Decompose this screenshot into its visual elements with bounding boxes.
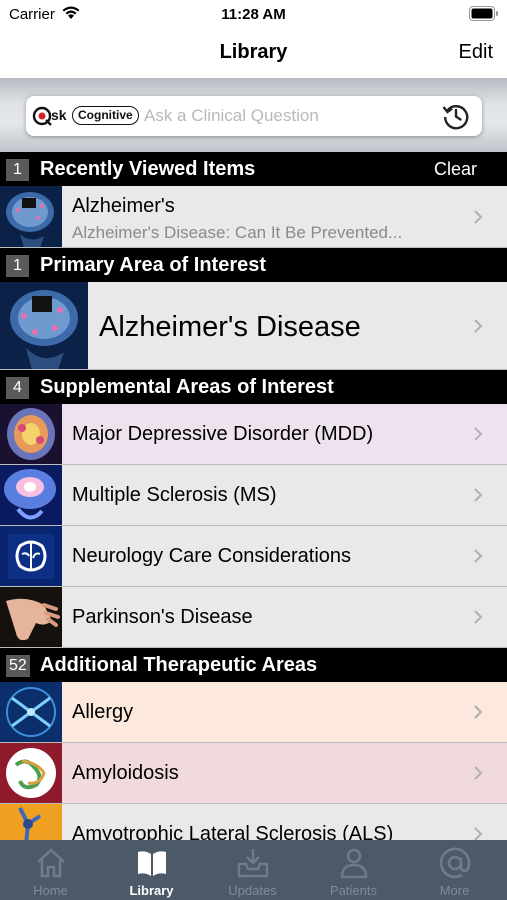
tab-more[interactable]: More xyxy=(404,840,505,900)
primary-item-alzheimers-disease[interactable]: Alzheimer's Disease xyxy=(0,282,507,370)
tab-library[interactable]: Library xyxy=(101,840,202,900)
list-item-ms[interactable]: Multiple Sclerosis (MS) xyxy=(0,465,507,526)
ask-logo-text: sk xyxy=(51,107,67,123)
navigation-bar: Library Edit xyxy=(0,30,507,78)
tab-label: Library xyxy=(129,883,174,898)
at-sign-icon xyxy=(439,847,471,879)
page-title: Library xyxy=(219,41,288,63)
additional-section-title: Additional Therapeutic Areas xyxy=(40,654,318,676)
chevron-right-icon xyxy=(474,210,483,224)
cognitive-logo-text: Cognitive xyxy=(72,106,139,125)
supplemental-interest-header: 4 Supplemental Areas of Interest xyxy=(0,370,507,404)
brain-thumbnail-icon xyxy=(0,282,88,369)
home-icon xyxy=(37,848,65,878)
tab-bar: Home Library Updates Patients More xyxy=(0,840,507,900)
chevron-right-icon xyxy=(474,549,483,563)
protein-thumbnail-icon xyxy=(0,743,62,803)
dna-thumbnail-icon xyxy=(0,682,62,742)
person-icon xyxy=(340,848,368,879)
chevron-right-icon xyxy=(474,610,483,624)
ask-cognitive-logo: sk Cognitive xyxy=(32,106,140,126)
chevron-right-icon xyxy=(474,705,483,719)
brain-thumbnail-icon xyxy=(0,186,62,247)
additional-count-badge: 52 xyxy=(6,655,30,677)
primary-interest-header: 1 Primary Area of Interest xyxy=(0,248,507,282)
glowing-brain-thumbnail-icon xyxy=(0,465,62,525)
tab-label: Patients xyxy=(330,883,377,898)
chevron-right-icon xyxy=(474,766,483,780)
status-time: 11:28 AM xyxy=(221,6,286,23)
edit-button[interactable]: Edit xyxy=(459,41,493,64)
status-bar: Carrier 11:28 AM xyxy=(0,0,507,30)
book-icon xyxy=(138,851,166,876)
recent-section-title: Recently Viewed Items xyxy=(40,158,256,180)
list-item-allergy[interactable]: Allergy xyxy=(0,682,507,743)
recent-count-badge: 1 xyxy=(6,159,29,181)
tab-label: More xyxy=(439,883,470,898)
chevron-right-icon xyxy=(474,319,483,333)
tab-patients[interactable]: Patients xyxy=(303,840,404,900)
supplemental-count-badge: 4 xyxy=(6,377,29,399)
list-item-label: Neurology Care Considerations xyxy=(72,545,352,567)
list-item-label: Parkinson's Disease xyxy=(72,606,253,628)
hand-thumbnail-icon xyxy=(0,587,62,647)
chevron-right-icon xyxy=(474,488,483,502)
ask-q-logo-icon xyxy=(32,106,52,126)
primary-count-badge: 1 xyxy=(6,255,29,277)
tab-home[interactable]: Home xyxy=(0,840,101,900)
clinical-question-input[interactable] xyxy=(144,96,434,136)
tab-label: Updates xyxy=(228,883,277,898)
list-item-label: Allergy xyxy=(72,701,134,723)
tab-updates[interactable]: Updates xyxy=(202,840,303,900)
recent-item-label: Alzheimer's xyxy=(72,195,175,217)
additional-areas-header: 52 Additional Therapeutic Areas xyxy=(0,648,507,682)
primary-item-label: Alzheimer's Disease xyxy=(99,311,361,343)
brain-scan-thumbnail-icon xyxy=(0,404,62,464)
recent-item-sublabel: Alzheimer's Disease: Can It Be Prevented… xyxy=(72,223,403,242)
chevron-right-icon xyxy=(474,427,483,441)
list-item-mdd[interactable]: Major Depressive Disorder (MDD) xyxy=(0,404,507,465)
supplemental-section-title: Supplemental Areas of Interest xyxy=(40,376,334,398)
history-icon[interactable] xyxy=(442,102,470,130)
list-item-label: Multiple Sclerosis (MS) xyxy=(72,484,277,506)
battery-icon xyxy=(469,6,498,21)
list-item-parkinsons[interactable]: Parkinson's Disease xyxy=(0,587,507,648)
search-box[interactable]: sk Cognitive xyxy=(26,96,482,136)
primary-section-title: Primary Area of Interest xyxy=(40,254,267,276)
list-item-label: Amyloidosis xyxy=(72,762,179,784)
recently-viewed-header: 1 Recently Viewed Items Clear xyxy=(0,152,507,186)
list-item-amyloidosis[interactable]: Amyloidosis xyxy=(0,743,507,804)
tab-label: Home xyxy=(33,883,68,898)
list-item-label: Major Depressive Disorder (MDD) xyxy=(72,423,374,445)
search-band: sk Cognitive xyxy=(0,78,507,152)
clear-recent-button[interactable]: Clear xyxy=(434,159,477,180)
brain-outline-thumbnail-icon xyxy=(0,526,62,586)
inbox-download-icon xyxy=(237,849,269,878)
recent-item-alzheimers[interactable]: Alzheimer's Alzheimer's Disease: Can It … xyxy=(0,186,507,248)
list-item-neurology-care[interactable]: Neurology Care Considerations xyxy=(0,526,507,587)
